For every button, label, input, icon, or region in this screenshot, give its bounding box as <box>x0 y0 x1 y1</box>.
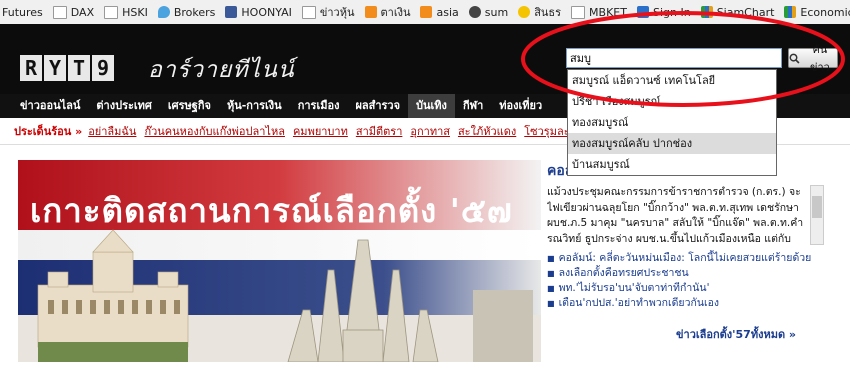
all-election-news-link[interactable]: ข่าวเลือกตั้ง'57ทั้งหมด » <box>676 325 796 343</box>
hot-topic-link[interactable]: สามีตีตรา <box>356 122 403 140</box>
related-link[interactable]: พท.'ไม่รับรอ'บน'จับตาท่าทีกำนัน' <box>547 281 811 296</box>
smiley-icon <box>518 6 531 18</box>
column-scrollbar[interactable] <box>810 185 824 245</box>
banner-headline: เกาะติดสถานการณ์เลือกตั้ง '๕๗ <box>30 191 513 230</box>
logo-letter: 9 <box>92 55 114 81</box>
nav-item[interactable]: กีฬา <box>455 94 491 118</box>
blue-square-icon <box>636 6 649 18</box>
bookmark-label: Sign In <box>652 5 691 19</box>
search-button[interactable]: ค้นข่าว <box>788 43 838 74</box>
page-icon <box>104 5 119 19</box>
bookmarks-bar: Futures DAX HSKI Brokers HOONYAI ข่าวหุ้น ตาเง… <box>0 0 850 25</box>
bookmark-item[interactable]: Economic Calendar <box>784 6 850 19</box>
bookmark-item[interactable]: Brokers <box>157 5 216 19</box>
bookmark-item[interactable]: ข่าวหุ้น <box>301 3 355 21</box>
suggestion-item[interactable]: ปรีชา เรืองสมบูรณ์ <box>568 91 776 112</box>
hot-topic-link[interactable]: อย่าลืมฉัน <box>88 122 136 140</box>
bookmark-item[interactable]: Futures <box>2 6 43 19</box>
hot-topic-link[interactable]: อุกาทาส <box>410 122 450 140</box>
nav-item[interactable]: ข่าวออนไลน์ <box>0 94 88 118</box>
nav-item[interactable]: หุ้น-การเงิน <box>219 94 290 118</box>
bookmark-label: สินธร <box>534 6 562 19</box>
hot-topic-link[interactable]: คมพยาบาท <box>293 122 348 140</box>
nav-item[interactable]: ท่องเที่ยว <box>491 94 550 118</box>
bookmark-label: Brokers <box>173 5 216 19</box>
bookmark-label: HSKI <box>122 5 148 19</box>
bookmark-item[interactable]: HSKI <box>104 5 148 19</box>
hot-topic-link[interactable]: สะใภ้หัวแดง <box>458 122 516 140</box>
bookmark-label: Economic Calendar <box>800 5 850 19</box>
site-tagline: อาร์วายทีไนน์ <box>148 57 295 83</box>
column-text: แม้วงประชุมคณะกรรมการข้าราชการตำรวจ (ก.ต… <box>547 186 804 245</box>
facebook-icon <box>225 6 238 18</box>
twitter-bird-icon <box>157 6 170 18</box>
nav-item[interactable]: ผลสำรวจ <box>347 94 408 118</box>
search-suggestions: สมบูรณ์ แอ็ดวานซ์ เทคโนโลยี ปรีชา เรืองสม… <box>567 69 777 176</box>
related-link[interactable]: คอลัมน์: คลี่ตะวันหม่นเมือง: โลกนี้ไม่เค… <box>547 251 812 266</box>
ryt9-logo[interactable]: RYT9 <box>20 55 114 81</box>
suggestion-item[interactable]: บ้านสมบูรณ์ <box>568 154 776 175</box>
bookmark-label: ข่าวหุ้น <box>319 6 355 19</box>
scroll-thumb[interactable] <box>812 196 822 218</box>
bookmark-label: HOONYAI <box>241 5 292 19</box>
hot-topic-link[interactable]: ก๊วนคนหองกับแก๊งพ่อปลาไหล <box>144 122 285 140</box>
bookmark-label: ตาเงิน <box>380 6 411 19</box>
related-links: คอลัมน์: คลี่ตะวันหม่นเมือง: โลกนี้ไม่เค… <box>547 251 812 311</box>
bookmark-item[interactable]: MBKET <box>571 5 627 19</box>
related-link[interactable]: เตือน'กปปส.'อย่าทำพวกเดียวกันเอง <box>547 296 811 311</box>
suggestion-item[interactable]: สมบูรณ์ แอ็ดวานซ์ เทคโนโลยี <box>568 70 776 91</box>
bookmark-item[interactable]: Sign In <box>636 5 691 19</box>
bookmark-item[interactable]: SiamChart <box>700 5 775 19</box>
blogger-icon <box>420 6 433 18</box>
bookmark-label: DAX <box>70 5 95 19</box>
bookmark-label: asia <box>436 5 459 19</box>
nav-item[interactable]: ต่างประเทศ <box>88 94 159 118</box>
blogger-icon <box>364 6 377 18</box>
magnifier-icon <box>789 53 800 64</box>
bookmark-item[interactable]: asia <box>420 5 459 19</box>
globe-icon <box>468 6 481 18</box>
page-icon <box>301 5 316 19</box>
related-link[interactable]: ลงเลือกตั้งคือทรยศประชาชน <box>547 266 811 281</box>
hot-topics-label: ประเด็นร้อน » <box>14 125 83 138</box>
nav-item[interactable]: เศรษฐกิจ <box>160 94 219 118</box>
bookmark-item[interactable]: สินธร <box>518 3 561 21</box>
bookmark-item[interactable]: HOONYAI <box>225 5 292 19</box>
chart-icon <box>700 6 713 18</box>
logo-letter: T <box>68 55 90 81</box>
bookmark-label: sum <box>484 5 509 19</box>
bookmark-item[interactable]: ตาเงิน <box>364 3 411 21</box>
page-icon <box>571 5 586 19</box>
bookmark-item[interactable]: DAX <box>52 5 95 19</box>
logo-letter: R <box>20 55 42 81</box>
search-input[interactable] <box>566 48 782 68</box>
logo-letter: Y <box>44 55 66 81</box>
search-button-label: ค้นข่าว <box>809 43 830 74</box>
suggestion-item[interactable]: ทองสมบูรณ์คลับ ปากช่อง <box>568 133 776 154</box>
bookmark-label: MBKET <box>589 5 627 19</box>
suggestion-item[interactable]: ทองสมบูรณ์ <box>568 112 776 133</box>
nav-item[interactable]: บันเทิง <box>408 94 455 118</box>
chart-icon <box>784 6 797 18</box>
bookmark-label: SiamChart <box>716 5 775 19</box>
bookmark-item[interactable]: sum <box>468 5 509 19</box>
page-icon <box>52 5 67 19</box>
nav-item[interactable]: การเมือง <box>290 94 348 118</box>
bookmark-label: Futures <box>2 5 43 19</box>
election-banner[interactable]: เกาะติดสถานการณ์เลือกตั้ง '๕๗ <box>18 160 541 362</box>
